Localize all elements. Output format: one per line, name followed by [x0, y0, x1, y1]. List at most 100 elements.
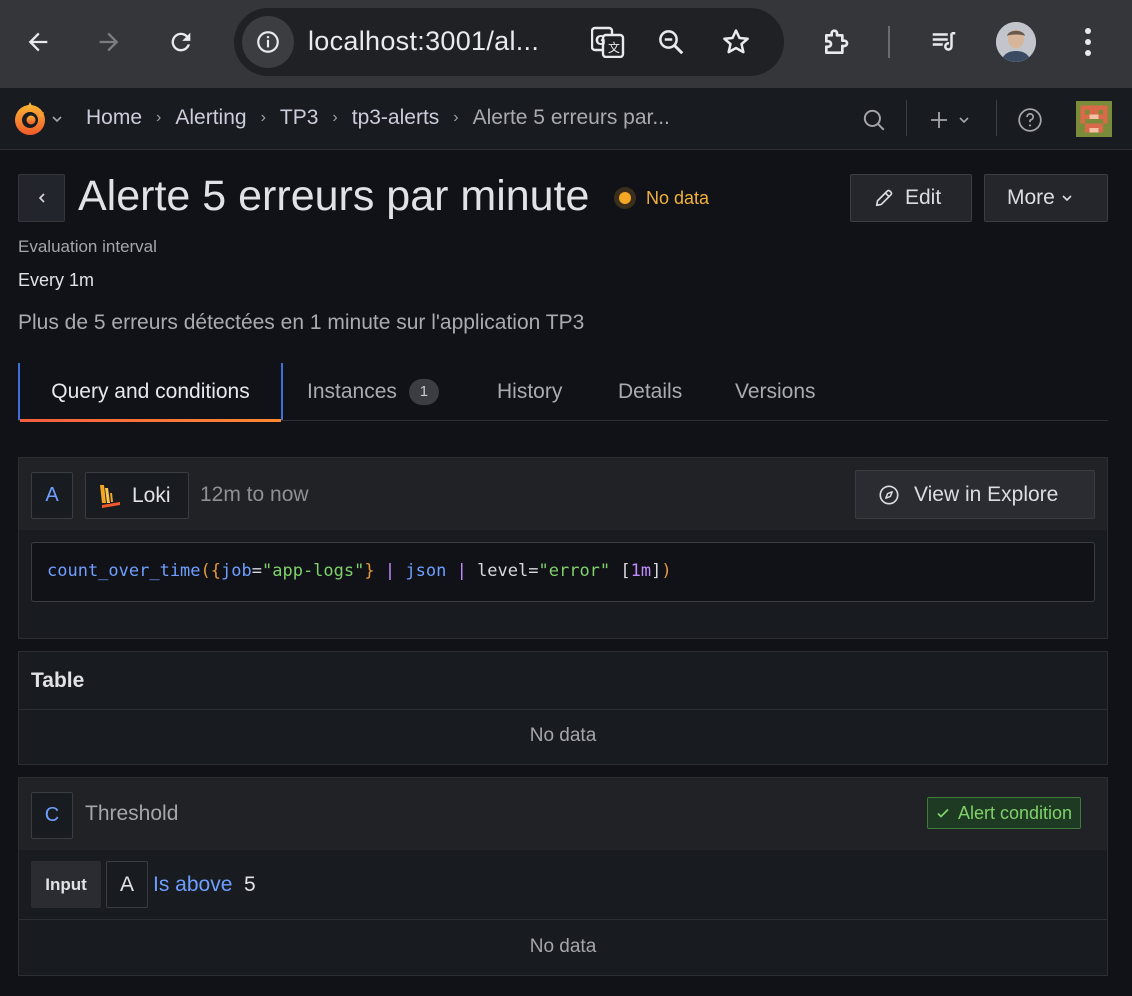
query-ref-id[interactable]: A	[31, 472, 73, 519]
datasource-picker[interactable]: Loki	[85, 472, 189, 519]
reload-icon[interactable]	[159, 20, 203, 64]
table-panel: Table No data	[18, 651, 1108, 765]
media-playlist-icon[interactable]	[922, 20, 966, 64]
tab-query-and-conditions[interactable]: Query and conditions	[18, 363, 283, 422]
grafana-logo-icon[interactable]	[12, 100, 48, 138]
topbar-divider	[996, 100, 997, 136]
query-parser: json	[405, 561, 447, 581]
query-token: )	[661, 561, 672, 581]
svg-text:G: G	[595, 34, 606, 49]
tab-label: Details	[618, 379, 683, 403]
query-token: }	[364, 561, 375, 581]
loki-logo-icon	[100, 484, 120, 508]
query-label-key: job	[221, 561, 252, 581]
threshold-operator[interactable]: Is above	[153, 873, 232, 897]
state-badge: No data	[614, 187, 709, 209]
breadcrumb-group[interactable]: tp3-alerts	[352, 106, 440, 130]
user-avatar[interactable]	[1076, 101, 1112, 142]
query-token: =	[528, 561, 539, 581]
query-filter-value: "error"	[538, 561, 611, 581]
browser-toolbar: localhost:3001/al... G文	[0, 0, 1132, 88]
query-editor[interactable]: count_over_time({job="app-logs"} | json …	[31, 542, 1095, 602]
expression-ref-id[interactable]: C	[31, 792, 73, 839]
back-button[interactable]	[18, 174, 65, 222]
input-ref-select[interactable]: A	[106, 861, 148, 908]
input-label: Input	[31, 861, 101, 908]
chevron-right-icon: ›	[332, 109, 338, 126]
chevron-right-icon: ›	[453, 109, 459, 126]
tab-history[interactable]: History	[497, 363, 562, 420]
expression-type: Threshold	[85, 802, 179, 825]
search-icon[interactable]	[860, 106, 888, 134]
breadcrumb-current: Alerte 5 erreurs par...	[472, 106, 670, 129]
help-icon[interactable]	[1017, 106, 1043, 134]
query-token: [	[620, 561, 631, 581]
query-header: A Loki 12m to now View in Explore	[19, 458, 1107, 530]
bookmark-star-icon[interactable]	[718, 24, 754, 60]
instances-count-badge: 1	[408, 378, 439, 405]
threshold-row: Input A Is above 5	[19, 850, 1107, 920]
edit-button[interactable]: Edit	[850, 174, 972, 222]
tab-details[interactable]: Details	[618, 363, 682, 420]
pencil-icon	[875, 189, 893, 207]
address-bar[interactable]: localhost:3001/al... G文	[234, 8, 784, 76]
state-label: No data	[646, 187, 710, 208]
threshold-panel: C Threshold Alert condition Input A Is a…	[18, 777, 1108, 976]
query-label-value: "app-logs"	[262, 561, 365, 581]
grafana-topbar: Home › Alerting › TP3 › tp3-alerts › Ale…	[0, 88, 1132, 150]
toolbar-divider	[888, 26, 890, 58]
query-panel: A Loki 12m to now View in Explore count_…	[18, 457, 1108, 639]
threshold-no-data: No data	[529, 936, 597, 957]
view-in-explore-button[interactable]: View in Explore	[855, 470, 1095, 519]
zoom-out-icon[interactable]	[653, 24, 689, 60]
chevron-right-icon: ›	[260, 109, 266, 126]
threshold-header: C Threshold Alert condition	[19, 778, 1107, 850]
check-icon	[937, 808, 949, 818]
status-dot-icon	[614, 187, 636, 209]
breadcrumb-folder[interactable]: TP3	[280, 106, 319, 130]
more-button[interactable]: More	[984, 174, 1108, 222]
query-function: count_over_time	[47, 561, 201, 581]
datasource-name: Loki	[132, 483, 171, 507]
more-label: More	[1007, 186, 1055, 209]
page-title: Alerte 5 erreurs par minute	[78, 172, 590, 220]
extensions-icon[interactable]	[815, 20, 859, 64]
forward-arrow-icon[interactable]	[87, 20, 131, 64]
chevron-down-icon	[1062, 195, 1072, 202]
back-arrow-icon[interactable]	[16, 20, 60, 64]
query-token: (	[200, 561, 211, 581]
explore-label: View in Explore	[914, 482, 1059, 506]
compass-icon	[879, 484, 899, 505]
profile-avatar[interactable]	[996, 22, 1036, 62]
breadcrumb: Home › Alerting › TP3 › tp3-alerts › Ale…	[86, 106, 670, 130]
evaluation-interval-label: Evaluation interval	[18, 237, 157, 256]
site-info-icon[interactable]	[242, 16, 294, 68]
chevron-left-icon	[38, 193, 45, 203]
evaluation-interval-value: Every 1m	[18, 270, 95, 290]
topbar-divider	[906, 100, 907, 136]
threshold-value[interactable]: 5	[244, 873, 256, 897]
table-title: Table	[19, 652, 1107, 710]
tab-versions[interactable]: Versions	[735, 363, 816, 420]
chevron-down-icon[interactable]	[51, 112, 63, 130]
query-token: ]	[651, 561, 662, 581]
chevron-right-icon: ›	[156, 109, 162, 126]
query-pipe: |	[456, 561, 467, 581]
alert-condition-badge[interactable]: Alert condition	[927, 797, 1082, 829]
kebab-menu-icon[interactable]	[1066, 20, 1110, 64]
tab-label: Instances	[307, 379, 397, 403]
query-range: 1m	[630, 561, 652, 581]
url-text: localhost:3001/al...	[308, 26, 540, 56]
translate-icon[interactable]: G文	[590, 24, 626, 60]
breadcrumb-home[interactable]: Home	[86, 106, 142, 130]
edit-label: Edit	[905, 186, 942, 209]
tab-label: Query and conditions	[51, 379, 250, 403]
add-menu-icon[interactable]	[928, 106, 972, 134]
alert-condition-label: Alert condition	[958, 802, 1073, 823]
tab-instances[interactable]: Instances 1	[307, 363, 439, 420]
rule-description: Plus de 5 erreurs détectées en 1 minute …	[18, 311, 585, 334]
svg-text:文: 文	[608, 40, 620, 55]
tab-label: Versions	[735, 379, 816, 403]
breadcrumb-alerting[interactable]: Alerting	[175, 106, 246, 130]
query-time-range[interactable]: 12m to now	[200, 483, 309, 507]
